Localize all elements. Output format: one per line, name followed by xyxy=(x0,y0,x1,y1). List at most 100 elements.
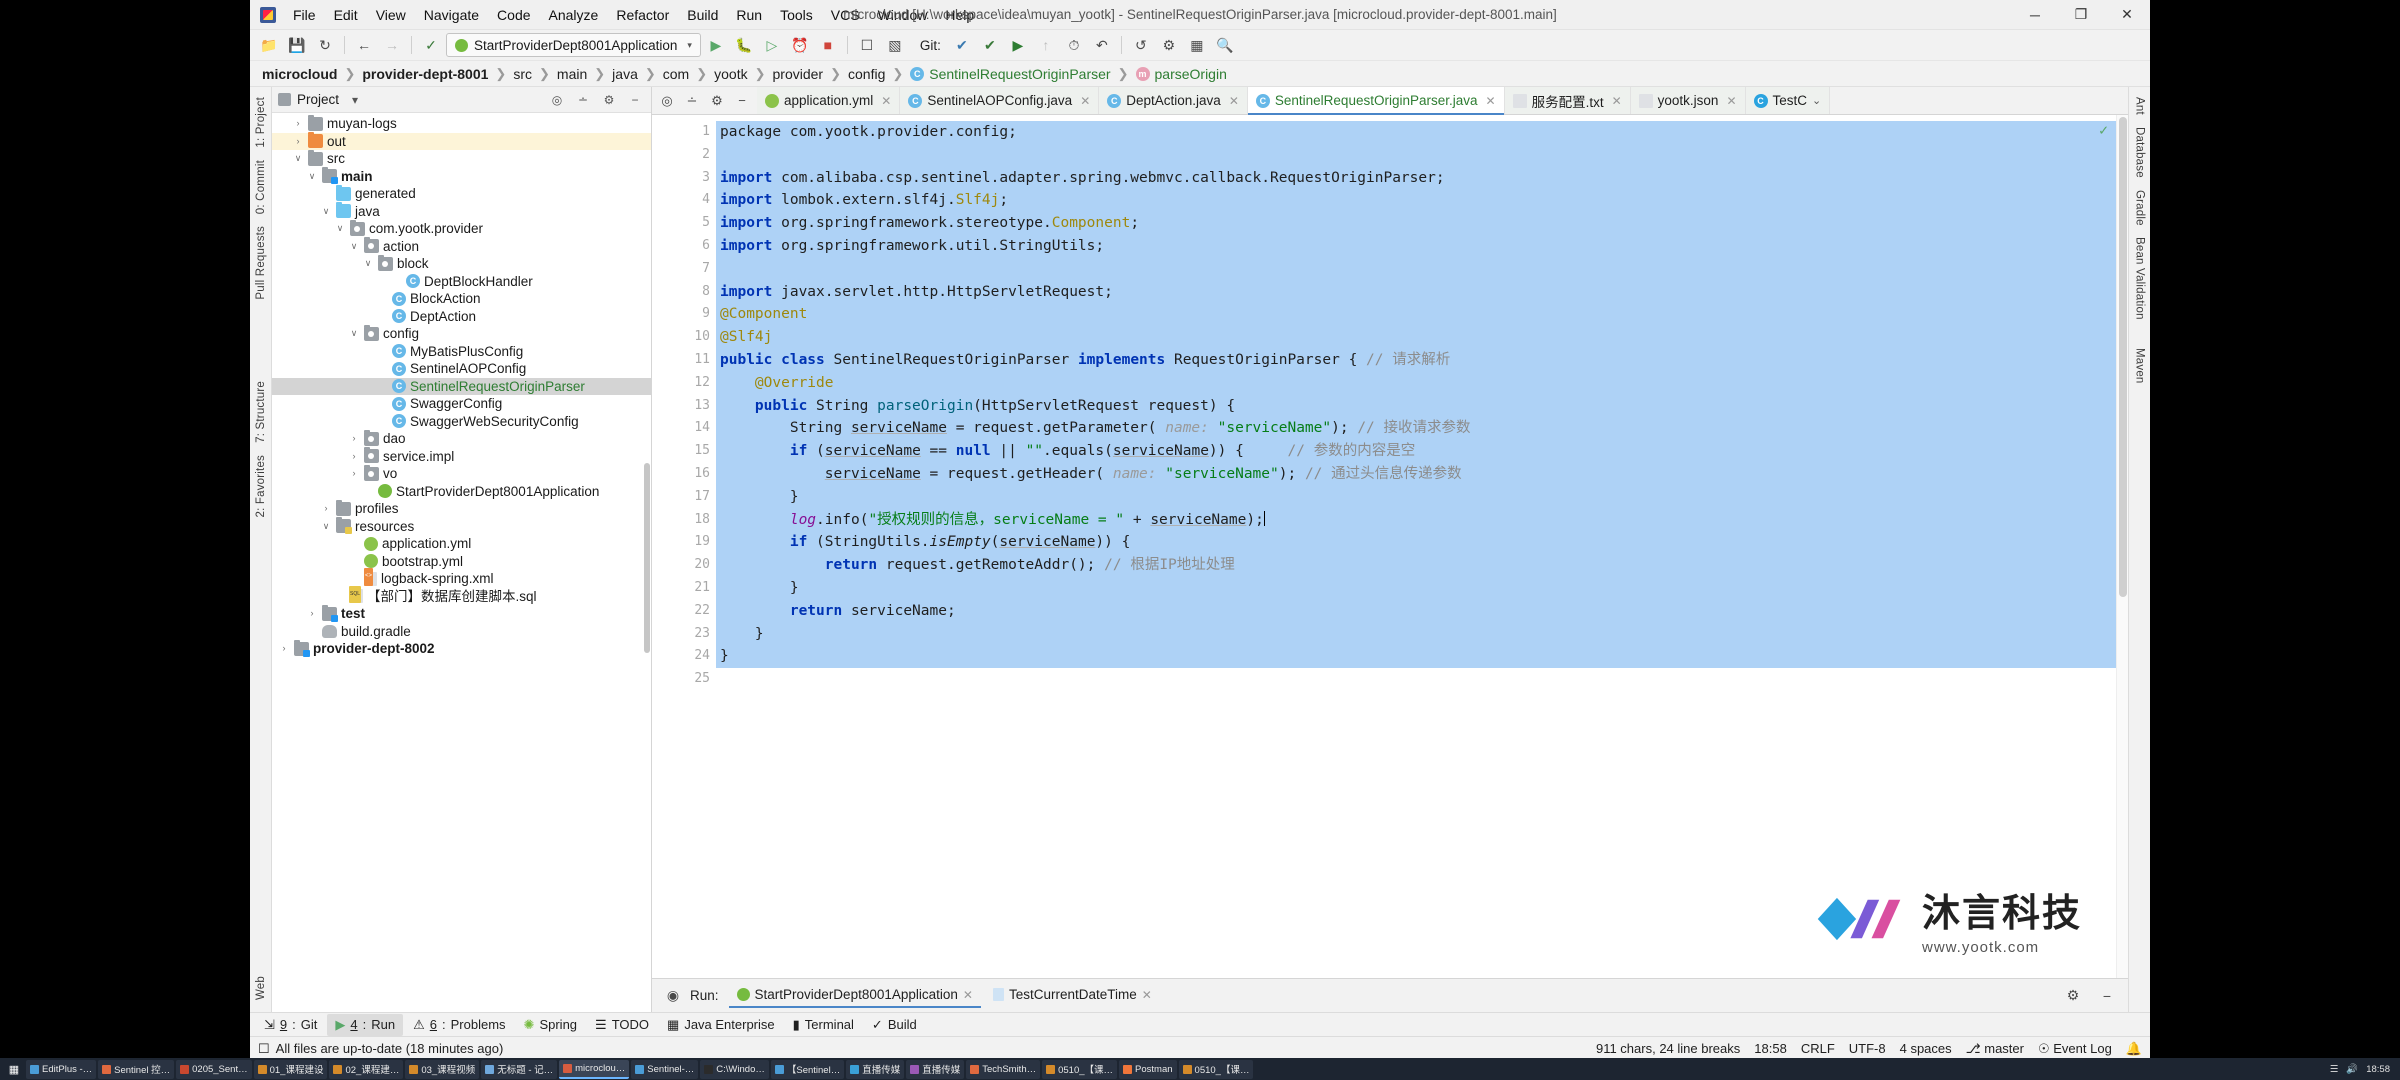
breadcrumb-class[interactable]: C SentinelRequestOriginParser xyxy=(906,65,1114,83)
project-file-tree[interactable]: ›muyan-logs›out∨src∨main›generated∨java∨… xyxy=(272,113,651,1012)
rail-tab-favorites[interactable]: 2: Favorites xyxy=(253,449,269,523)
tool-window-spring[interactable]: ✺ Spring xyxy=(516,1014,585,1036)
line-number[interactable]: 1 xyxy=(652,121,716,144)
code-line[interactable]: @Component xyxy=(716,303,2128,327)
code-line[interactable]: import javax.servlet.http.HttpServletReq… xyxy=(716,280,2128,304)
back-arrow-icon[interactable]: ← xyxy=(351,33,377,57)
line-number[interactable]: 22 xyxy=(652,600,716,623)
forward-arrow-icon[interactable]: → xyxy=(379,33,405,57)
taskbar-item[interactable]: 直播传媒 xyxy=(906,1059,965,1079)
run-with-coverage-icon[interactable]: ▷ xyxy=(759,33,785,57)
menu-tools[interactable]: Tools xyxy=(771,3,822,27)
save-all-icon[interactable]: 💾 xyxy=(284,33,310,57)
locate-in-tree-icon[interactable]: ◎ xyxy=(656,90,678,112)
breadcrumb-java[interactable]: java xyxy=(608,65,642,83)
tree-expand-arrow-icon[interactable]: ∨ xyxy=(306,168,318,186)
tree-node[interactable]: ∨ src xyxy=(272,149,651,168)
rail-tab-structure[interactable]: 7: Structure xyxy=(253,375,269,449)
rail-tab-commit[interactable]: 0: Commit xyxy=(253,154,269,220)
tree-expand-arrow-icon[interactable]: › xyxy=(376,290,388,308)
tree-expand-arrow-icon[interactable]: ∨ xyxy=(320,203,332,221)
breadcrumb-main[interactable]: main xyxy=(553,65,591,83)
taskbar-item[interactable]: 01_课程建设 xyxy=(253,1059,328,1079)
inspection-ok-icon[interactable]: ✓ xyxy=(2099,121,2108,139)
editor-tab[interactable]: yootk.json ✕ xyxy=(1630,87,1746,114)
editor-tab[interactable]: 服务配置.txt ✕ xyxy=(1504,87,1631,114)
breadcrumb-src[interactable]: src xyxy=(509,65,536,83)
line-number-gutter[interactable]: 1234567891011◉1213●↑@1415161718192021222… xyxy=(652,115,738,978)
taskbar-item[interactable]: EditPlus -… xyxy=(26,1059,97,1079)
chevron-down-icon[interactable]: ▾ xyxy=(345,91,365,109)
run-panel-hide-icon[interactable]: − xyxy=(2094,984,2120,1008)
code-content[interactable]: package com.yootk.provider.config; impor… xyxy=(716,115,2128,978)
editor-scrollbar[interactable] xyxy=(2116,115,2128,978)
tree-node[interactable]: › StartProviderDept8001Application xyxy=(272,483,651,501)
code-line[interactable]: import lombok.extern.slf4j.Slf4j; xyxy=(716,189,2128,213)
rail-tab-pull-requests[interactable]: Pull Requests xyxy=(253,220,269,306)
code-line[interactable] xyxy=(716,668,2128,691)
hide-editor-icon[interactable]: − xyxy=(731,90,753,112)
menu-file[interactable]: File xyxy=(284,3,325,27)
taskbar-item[interactable]: 无标题 - 记… xyxy=(481,1059,558,1079)
tray-network-icon[interactable]: ☰ xyxy=(2330,1064,2339,1075)
code-line[interactable]: if (StringUtils.isEmpty(serviceName)) { xyxy=(716,531,2128,555)
git-branch[interactable]: ⎇ master xyxy=(1966,1041,2024,1057)
tree-node[interactable]: › 【部门】数据库创建脚本.sql xyxy=(272,585,651,606)
taskbar-item[interactable]: 0510_【课… xyxy=(1042,1059,1118,1079)
breadcrumb-yootk[interactable]: yootk xyxy=(710,65,751,83)
tree-expand-arrow-icon[interactable]: › xyxy=(348,535,360,553)
code-editor[interactable]: 1234567891011◉1213●↑@1415161718192021222… xyxy=(652,115,2128,978)
menu-build[interactable]: Build xyxy=(678,3,727,27)
code-line[interactable]: import org.springframework.stereotype.Co… xyxy=(716,212,2128,235)
taskbar-item[interactable]: 0510_【课… xyxy=(1178,1059,1254,1079)
code-line[interactable]: log.info("授权规则的信息，serviceName = " + serv… xyxy=(716,508,2128,532)
close-icon[interactable]: ✕ xyxy=(1726,94,1736,108)
taskbar-clock[interactable]: 18:58 xyxy=(2366,1064,2390,1075)
close-icon[interactable]: ✕ xyxy=(963,988,973,1002)
maximize-button[interactable]: ❐ xyxy=(2058,0,2104,29)
taskbar-item[interactable]: TechSmith… xyxy=(966,1059,1041,1079)
menu-run[interactable]: Run xyxy=(727,3,771,27)
minimize-button[interactable]: ─ xyxy=(2012,0,2058,29)
build-hammer-icon[interactable]: ✓ xyxy=(418,33,444,57)
tree-node[interactable]: › C SentinelAOPConfig xyxy=(272,360,651,378)
run-tab-test-current-date-time[interactable]: TestCurrentDateTime ✕ xyxy=(985,983,1160,1008)
tree-expand-arrow-icon[interactable]: › xyxy=(292,133,304,151)
tool-window-problems[interactable]: ⚠ 6: Problems xyxy=(405,1014,513,1036)
tree-node[interactable]: › C DeptBlockHandler xyxy=(272,273,651,291)
line-number[interactable]: 21 xyxy=(652,577,716,600)
commit-icon[interactable]: ✔ xyxy=(977,33,1003,57)
tree-expand-arrow-icon[interactable]: ∨ xyxy=(362,255,374,273)
taskbar-item[interactable]: 02_课程建… xyxy=(329,1059,404,1079)
tree-expand-arrow-icon[interactable]: › xyxy=(348,465,360,483)
breadcrumb-com[interactable]: com xyxy=(659,65,693,83)
code-line[interactable] xyxy=(716,257,2128,281)
rail-tab-ant[interactable]: Ant xyxy=(2132,91,2148,121)
run-icon[interactable]: ▶ xyxy=(703,33,729,57)
settings-gear-icon[interactable]: ⚙ xyxy=(1156,33,1182,57)
breadcrumb-microcloud[interactable]: microcloud xyxy=(258,65,341,83)
line-number[interactable]: 5 xyxy=(652,212,716,235)
tree-node[interactable]: ∨ config xyxy=(272,324,651,343)
tool-window-java-enterprise[interactable]: ▦ Java Enterprise xyxy=(659,1014,783,1036)
collapse-all-icon[interactable]: ∸ xyxy=(573,91,593,109)
history-icon[interactable]: ⏱ xyxy=(1061,33,1087,57)
code-line[interactable]: if (serviceName == null || "".equals(ser… xyxy=(716,440,2128,463)
tree-node[interactable]: › C MyBatisPlusConfig xyxy=(272,343,651,361)
search-everywhere-icon[interactable]: 🔍 xyxy=(1212,33,1238,57)
line-number[interactable]: 24 xyxy=(652,645,716,668)
indent-setting[interactable]: 4 spaces xyxy=(1900,1041,1952,1056)
tool-window-terminal[interactable]: ▮ Terminal xyxy=(785,1014,862,1036)
taskbar-item[interactable]: 0205_Sent… xyxy=(176,1059,252,1079)
tree-expand-arrow-icon[interactable]: › xyxy=(348,570,360,588)
code-line[interactable]: @Slf4j xyxy=(716,326,2128,349)
line-number[interactable]: 20 xyxy=(652,554,716,577)
tree-node[interactable]: ∨ java xyxy=(272,202,651,221)
line-number[interactable]: 14 xyxy=(652,417,716,440)
breadcrumb-method[interactable]: m parseOrigin xyxy=(1132,65,1231,83)
tree-expand-arrow-icon[interactable]: › xyxy=(362,483,374,501)
tree-expand-arrow-icon[interactable]: › xyxy=(306,623,318,641)
line-separator[interactable]: CRLF xyxy=(1801,1041,1835,1056)
line-number[interactable]: 11◉ xyxy=(652,349,724,372)
code-line[interactable]: @Override xyxy=(716,371,2128,395)
